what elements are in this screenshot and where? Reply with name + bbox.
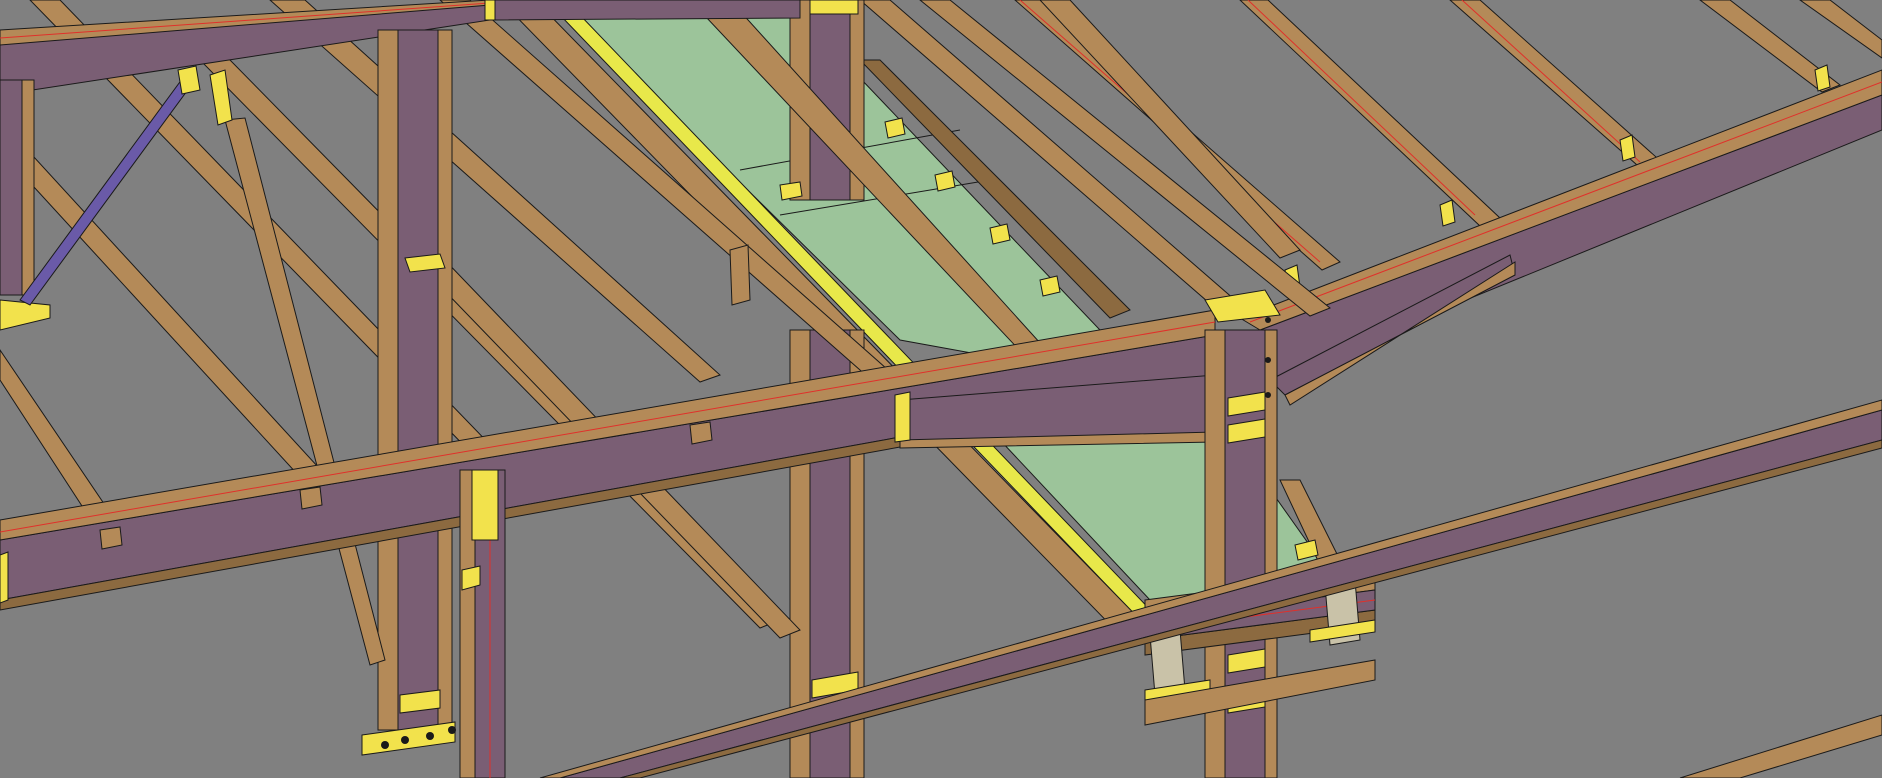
connection-plate — [484, 0, 496, 21]
rafter-right[interactable] — [1238, 64, 1882, 406]
anchor-bolt — [448, 726, 456, 734]
purlin-clip — [689, 421, 713, 445]
base-plate — [0, 299, 51, 331]
rafter-web — [489, 0, 801, 21]
brace-plate — [177, 65, 201, 95]
cap-plate — [809, 0, 859, 15]
rafter-centerline — [1249, 81, 1882, 323]
column-splice-front[interactable] — [459, 469, 506, 778]
girt — [1679, 714, 1882, 778]
column-flange — [21, 79, 35, 296]
steel-frame-3d-view[interactable] — [0, 0, 1882, 778]
column-web — [0, 79, 23, 296]
purlin-clip — [989, 223, 1011, 245]
rafter-top-flange — [1238, 69, 1882, 331]
column-web — [397, 29, 439, 731]
anchor-bolt — [381, 741, 389, 749]
column-flange — [377, 29, 399, 731]
purlin-clip — [1619, 134, 1636, 162]
purlin — [0, 349, 116, 527]
purlin-clip — [1039, 275, 1061, 297]
column-flange — [437, 29, 453, 731]
purlin-clip — [99, 526, 123, 550]
purlin-clip — [729, 244, 751, 306]
model-viewport[interactable] — [0, 0, 1882, 778]
splice-plate — [894, 391, 911, 443]
purlin-clip — [1439, 199, 1456, 227]
anchor-bolt — [426, 732, 434, 740]
purlin — [1799, 0, 1882, 59]
bolt — [1265, 357, 1271, 363]
end-plate — [0, 551, 9, 604]
purlin-clip — [934, 170, 956, 192]
purlin-clip — [299, 486, 323, 510]
purlin-centerline — [1247, 0, 1476, 216]
purlin-clip — [884, 117, 906, 139]
anchor-bolt — [401, 736, 409, 744]
bolt — [1265, 317, 1271, 323]
cap-plate — [471, 469, 499, 541]
purlin-centerline — [1461, 0, 1641, 163]
purlin-clip — [1814, 64, 1831, 92]
purlin — [1239, 0, 1501, 227]
bolt — [1265, 392, 1271, 398]
